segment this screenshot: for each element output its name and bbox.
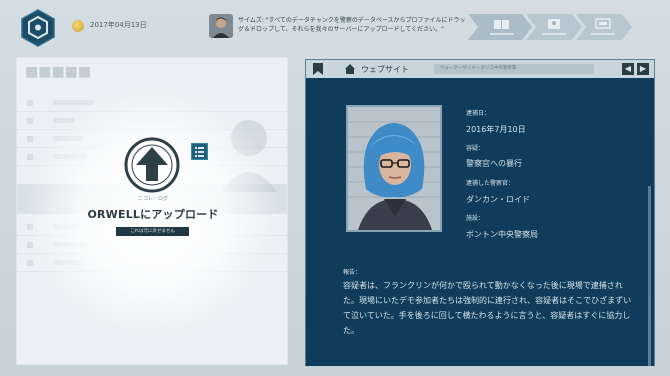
suspect-mugshot[interactable]	[346, 105, 442, 232]
tab-upload[interactable]	[526, 14, 582, 40]
arrest-date-label: 逮捕日：	[466, 110, 491, 117]
browser-header: ウェブサイト ウォーターサイド・ポリス中央警察署 ◀ ▶	[306, 60, 654, 78]
tab-reader[interactable]	[468, 14, 532, 40]
top-bar: 2017年04月13日 サイムズ: "すべてのデータチャンクを警察のデータベース…	[0, 0, 670, 52]
arrest-date-value[interactable]: 2016年7月10日	[466, 124, 526, 135]
list-icon[interactable]	[191, 143, 208, 160]
upload-confirm-button[interactable]: これは元に戻せません	[116, 227, 189, 236]
charge-label: 容疑：	[466, 145, 485, 152]
row-bullet-icon	[27, 260, 33, 266]
bookmark-icon[interactable]	[313, 63, 323, 75]
tab-insight[interactable]	[576, 14, 632, 40]
tab-website[interactable]: ウェブサイト	[361, 64, 409, 75]
charge-value[interactable]: 警察官への暴行	[466, 158, 522, 169]
current-date: 2017年04月13日	[90, 21, 147, 29]
row-bullet-icon	[27, 136, 33, 142]
facility-value[interactable]: ボントン中央警察局	[466, 229, 538, 240]
report-body[interactable]: 容疑者は、フランクリンが何かで殴られて動かなくなった後に現場で逮捕された。現場に…	[343, 278, 635, 338]
orwell-logo-icon[interactable]	[18, 8, 58, 48]
symes-avatar	[209, 14, 233, 38]
url-bar[interactable]: ウォーターサイド・ポリス中央警察署	[434, 64, 594, 74]
arresting-officer-label: 逮捕した警察官：	[466, 180, 515, 187]
weather-sun-icon	[72, 20, 84, 32]
home-icon[interactable]	[344, 63, 356, 75]
previous-page-button[interactable]: ◀	[622, 63, 634, 75]
row-bullet-icon	[27, 118, 33, 124]
arrest-record: 逮捕日： 2016年7月10日 容疑： 警察官への暴行 逮捕した警察官： ダンカ…	[306, 78, 654, 366]
upload-title: ORWELLにアップロード	[87, 208, 219, 221]
profile-panel-title-ghost: ■■■■■	[25, 64, 92, 80]
handler-message: サイムズ: "すべてのデータチャンクを警察のデータベースからプロファイルにドラッ…	[238, 17, 466, 33]
facility-label: 施設：	[466, 215, 485, 222]
arresting-officer-value[interactable]: ダンカン・ロイド	[466, 194, 530, 205]
content-scrollbar[interactable]	[648, 186, 651, 366]
report-label: 報告：	[343, 269, 362, 276]
website-reader-panel: ウェブサイト ウォーターサイド・ポリス中央警察署 ◀ ▶ 逮捕日： 2016年7…	[305, 59, 655, 366]
upload-arrow-icon[interactable]	[124, 137, 180, 193]
profile-icon	[548, 19, 560, 29]
row-ghost-text	[53, 100, 93, 105]
row-bullet-icon	[27, 100, 33, 106]
upload-caption: ニコレ・ログ	[137, 196, 168, 202]
row-bullet-icon	[27, 154, 33, 160]
next-page-button[interactable]: ▶	[637, 63, 649, 75]
